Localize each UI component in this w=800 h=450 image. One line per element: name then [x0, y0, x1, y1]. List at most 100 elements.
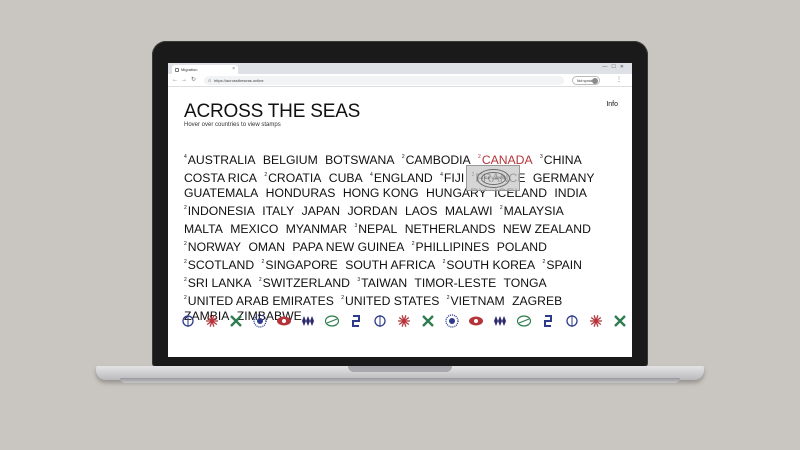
country-link[interactable]: 2VIETNAM — [447, 294, 505, 308]
country-name: MYANMAR — [285, 222, 348, 236]
country-link[interactable]: 2SOUTH KOREA — [443, 258, 536, 272]
country-link[interactable]: JAPAN — [302, 204, 340, 218]
country-link[interactable]: 2NORWAY — [184, 240, 241, 254]
country-link[interactable]: 2SRI LANKA — [184, 276, 251, 290]
country-link[interactable]: GERMANY — [533, 171, 595, 185]
country-link[interactable]: 2UNITED ARAB EMIRATES — [184, 294, 334, 308]
browser-toolbar: ← → ↻ ⊙ https://acrosstheseas.online Not… — [168, 74, 632, 87]
country-link[interactable]: MALTA — [184, 222, 223, 236]
country-link[interactable]: 2SPAIN — [543, 258, 582, 272]
stamp-count: 2 — [184, 259, 187, 265]
stamp-count: 2 — [499, 205, 503, 211]
url-text: https://acrosstheseas.online — [214, 78, 264, 83]
country-link[interactable]: HONG KONG — [343, 186, 419, 200]
knot-icon — [324, 315, 340, 327]
country-link[interactable]: GUATEMALA — [184, 186, 258, 200]
country-link[interactable]: POLAND — [497, 240, 547, 254]
country-link[interactable]: 2PHILLIPINES — [412, 240, 490, 254]
country-link[interactable]: 4FIJI — [440, 171, 464, 185]
stamp-icon-row — [180, 313, 626, 329]
country-link[interactable]: 2SCOTLAND — [184, 258, 254, 272]
address-bar[interactable]: ⊙ https://acrosstheseas.online — [204, 76, 564, 85]
country-link[interactable]: 4AUSTRALIA — [184, 153, 256, 167]
stamp-count: 2 — [184, 277, 187, 283]
country-link[interactable]: 3TAIWAN — [357, 276, 407, 290]
forward-button[interactable]: → — [181, 75, 187, 86]
laptop-notch — [348, 366, 452, 372]
back-button[interactable]: ← — [172, 75, 178, 86]
country-link[interactable]: 4ENGLAND — [370, 171, 433, 185]
country-name: MALAWI — [444, 204, 493, 218]
country-link[interactable]: BOTSWANA — [325, 153, 394, 167]
country-link[interactable]: 2CAMBODIA — [402, 153, 471, 167]
country-link[interactable]: MEXICO — [230, 222, 278, 236]
country-name: PAPA NEW GUINEA — [292, 240, 405, 254]
country-link[interactable]: 2SWITZERLAND — [259, 276, 350, 290]
browser-tab[interactable]: Migration × — [172, 65, 238, 74]
country-name: COSTA RICA — [184, 171, 257, 185]
country-link[interactable]: TONGA — [503, 276, 546, 290]
page-title: ACROSS THE SEAS — [184, 101, 361, 122]
country-link[interactable]: 2SINGAPORE — [262, 258, 338, 272]
country-link[interactable]: NETHERLANDS — [405, 222, 496, 236]
window-controls[interactable]: —☐✕ — [602, 63, 628, 72]
country-link[interactable]: ITALY — [262, 204, 294, 218]
country-link[interactable]: JORDAN — [347, 204, 397, 218]
page-content: ACROSS THE SEAS Hover over countries to … — [168, 87, 632, 357]
country-name: CHINA — [543, 153, 582, 167]
country-name: ITALY — [262, 204, 295, 218]
menu-icon[interactable]: ⋮ — [616, 75, 622, 86]
country-link[interactable]: LAOS — [405, 204, 438, 218]
dotted-sphere-icon — [253, 314, 267, 328]
country-name: MALAYSIA — [503, 204, 564, 218]
country-link[interactable]: 2CROATIA — [264, 171, 321, 185]
country-name: CUBA — [328, 171, 363, 185]
country-link[interactable]: OMAN — [248, 240, 285, 254]
country-name: MEXICO — [230, 222, 279, 236]
country-link[interactable]: COSTA RICA — [184, 171, 257, 185]
laptop-screen: Migration × —☐✕ ← → ↻ ⊙ https://acrossth… — [168, 63, 632, 357]
country-name: NETHERLANDS — [404, 222, 496, 236]
country-link[interactable]: TIMOR-LESTE — [414, 276, 496, 290]
knot-icon — [516, 315, 532, 327]
stamp-count: 2 — [258, 277, 262, 283]
country-link[interactable]: 3CHINA — [540, 153, 582, 167]
country-link[interactable]: BELGIUM — [263, 153, 318, 167]
country-link[interactable]: MYANMAR — [286, 222, 347, 236]
country-name: MALTA — [184, 222, 223, 236]
country-name: TIMOR-LESTE — [414, 276, 497, 290]
country-link[interactable]: NEW ZEALAND — [503, 222, 591, 236]
country-name: GUATEMALA — [184, 186, 259, 200]
info-link[interactable]: Info — [606, 101, 618, 108]
country-link[interactable]: 2MALAYSIA — [500, 204, 564, 218]
country-link[interactable]: 2INDONESIA — [184, 204, 255, 218]
country-name: CROATIA — [268, 171, 322, 185]
country-name: UNITED STATES — [345, 294, 440, 308]
country-link[interactable]: SOUTH AFRICA — [345, 258, 435, 272]
link-icon — [544, 315, 552, 327]
country-link[interactable]: 2UNITED STATES — [341, 294, 439, 308]
country-name: AUSTRALIA — [187, 153, 256, 167]
stamp-count: 2 — [446, 295, 450, 301]
country-link[interactable]: INDIA — [554, 186, 587, 200]
country-name: NORWAY — [187, 240, 242, 254]
country-link[interactable]: CUBA — [329, 171, 363, 185]
close-icon[interactable]: × — [232, 65, 235, 74]
eye-icon — [277, 316, 291, 326]
country-name: JORDAN — [347, 204, 398, 218]
country-link[interactable]: 3NEPAL — [354, 222, 397, 236]
country-link[interactable]: HONDURAS — [266, 186, 336, 200]
reload-button[interactable]: ↻ — [191, 75, 196, 86]
page-icon — [175, 68, 179, 72]
country-name: FIJI — [443, 171, 465, 185]
stamp-count: 3 — [357, 277, 361, 283]
stamp-count: 2 — [184, 241, 187, 247]
country-name: SINGAPORE — [265, 258, 338, 272]
country-name: SCOTLAND — [187, 258, 255, 272]
country-link[interactable]: MALAWI — [445, 204, 493, 218]
sync-button[interactable]: Not syncing — [572, 76, 600, 85]
country-link[interactable]: ZAGREB — [512, 294, 562, 308]
ring-arrow-icon — [182, 315, 194, 327]
stamp-count: 2 — [542, 259, 546, 265]
country-link[interactable]: PAPA NEW GUINEA — [292, 240, 404, 254]
